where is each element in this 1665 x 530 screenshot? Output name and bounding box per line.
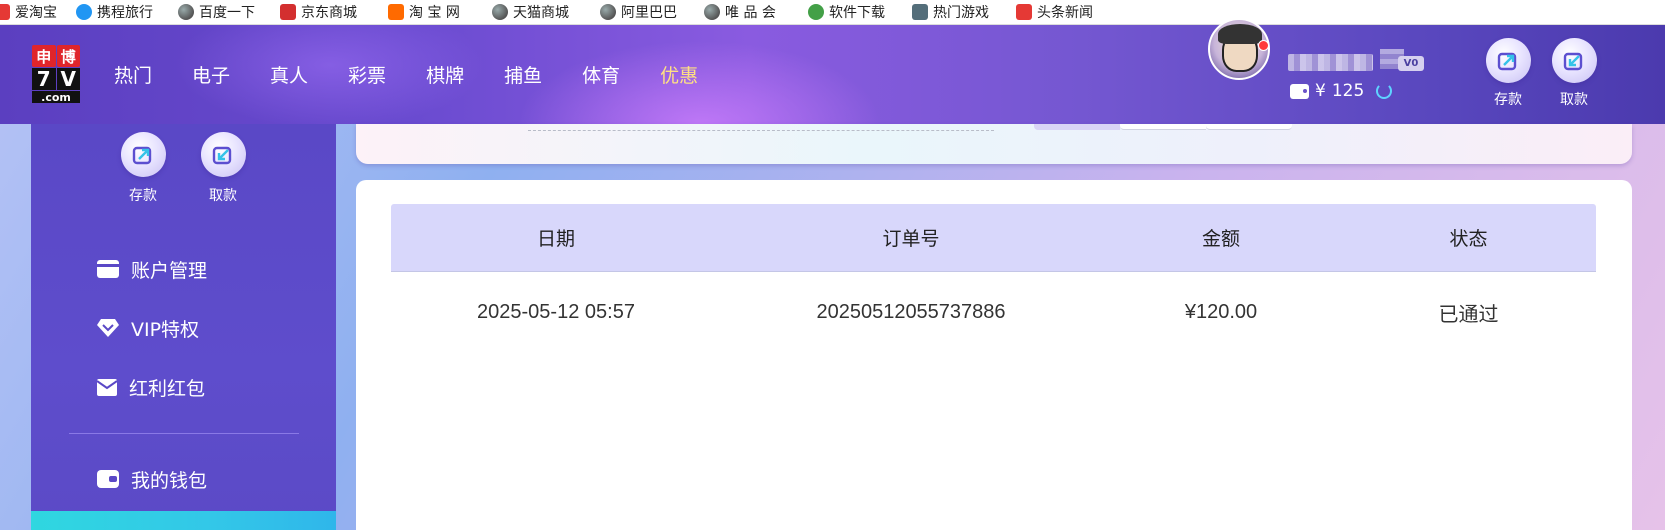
table-row: 2025-05-12 05:57 20250512055737886 ¥120.… (391, 272, 1596, 352)
header-date: 日期 (536, 228, 575, 250)
download-icon (808, 3, 824, 20)
card-icon (97, 260, 119, 278)
bookmark-item[interactable]: 唯 品 会 (704, 0, 808, 24)
main-nav: 热门 电子 真人 彩票 棋牌 捕鱼 体育 优惠 (114, 25, 738, 124)
bookmark-item[interactable]: 阿里巴巴 (600, 0, 704, 24)
nav-electronic[interactable]: 电子 (192, 61, 230, 88)
row-status: 已通过 (1438, 303, 1499, 326)
taobao-icon (388, 3, 404, 20)
globe-icon (600, 3, 616, 20)
deposit-label: 存款 (129, 188, 157, 204)
nav-chess[interactable]: 棋牌 (426, 61, 464, 88)
header-amount: 金额 (1201, 228, 1240, 250)
deposit-label: 存款 (1494, 92, 1522, 108)
header-deposit-button[interactable]: 存款 (1478, 38, 1538, 109)
table-header: 日期 订单号 金额 状态 (391, 204, 1596, 272)
ctrip-icon (76, 3, 92, 20)
envelope-icon (97, 379, 117, 396)
dashed-divider (528, 130, 994, 131)
bookmark-item[interactable]: 头条新闻 (1016, 0, 1120, 24)
wallet-icon (1290, 83, 1309, 99)
logo-char: 博 (56, 45, 80, 67)
username-blurred (1288, 54, 1373, 71)
logo-char: 7 (32, 67, 56, 91)
header-order-no: 订单号 (882, 228, 940, 250)
sidebar-item-bonus[interactable]: 红利红包 (97, 372, 205, 402)
sidebar-withdraw-button[interactable]: 取款 (193, 132, 253, 205)
balance-currency: ¥ (1315, 81, 1326, 101)
balance-amount: 125 (1331, 81, 1365, 101)
sidebar-divider (69, 433, 299, 434)
sidebar-deposit-button[interactable]: 存款 (113, 132, 173, 205)
notification-dot (1258, 40, 1269, 51)
logo-char: 申 (32, 45, 56, 67)
bookmark-item[interactable]: 热门游戏 (912, 0, 1016, 24)
bookmark-item[interactable]: 京东商城 (280, 0, 388, 24)
top-navigation: 申 博 7 V .com 热门 电子 真人 彩票 棋牌 捕鱼 体育 优惠 (0, 25, 1665, 124)
logo-char: V (56, 67, 80, 91)
sidebar-item-label: 我的钱包 (131, 469, 208, 492)
balance: ¥ 125 (1290, 80, 1393, 102)
header-withdraw-button[interactable]: 取款 (1544, 38, 1604, 109)
site-logo[interactable]: 申 博 7 V .com (32, 45, 80, 104)
row-date: 2025-05-12 05:57 (477, 300, 635, 323)
withdraw-icon (1551, 38, 1597, 83)
header-status: 状态 (1449, 228, 1488, 250)
nav-fishing[interactable]: 捕鱼 (504, 61, 542, 88)
nav-promotions[interactable]: 优惠 (660, 61, 698, 88)
sidebar-item-account[interactable]: 账户管理 (97, 254, 207, 284)
jd-icon (280, 3, 296, 20)
diamond-icon (97, 319, 119, 337)
nav-sports[interactable]: 体育 (582, 61, 620, 88)
globe-icon (704, 3, 720, 20)
vip-badge: V0 (1398, 56, 1424, 71)
deposit-icon (1485, 38, 1531, 83)
bookmarks-bar: 爱淘宝 携程旅行 百度一下 京东商城 淘 宝 网 天猫商城 阿里巴巴 唯 品 会… (0, 0, 1665, 25)
sidebar-item-label: VIP特权 (131, 318, 200, 341)
bookmark-item[interactable]: 携程旅行 (76, 0, 178, 24)
bookmark-item[interactable]: 软件下载 (808, 0, 912, 24)
bookmark-item[interactable]: 天猫商城 (492, 0, 600, 24)
bookmark-item[interactable]: 爱淘宝 (0, 0, 76, 24)
tab-segment[interactable] (1120, 124, 1206, 130)
logo-domain: .com (32, 91, 80, 104)
sidebar-item-vip[interactable]: VIP特权 (97, 313, 199, 343)
wallet-icon (97, 470, 119, 488)
sidebar-item-label: 账户管理 (131, 259, 208, 282)
top-card (356, 124, 1632, 164)
bookmark-item[interactable]: 百度一下 (178, 0, 280, 24)
nav-lottery[interactable]: 彩票 (348, 61, 386, 88)
deposit-icon (120, 132, 166, 177)
news-icon (1016, 3, 1032, 20)
taobao-icon (0, 3, 10, 20)
nav-hot[interactable]: 热门 (114, 61, 152, 88)
sidebar: 存款 取款 账户管理 VIP特权 红利红包 我的钱包 (31, 124, 336, 530)
refresh-icon[interactable] (1376, 83, 1393, 99)
tab-segment[interactable] (1206, 124, 1292, 130)
sidebar-active-item[interactable] (31, 511, 336, 530)
sidebar-item-wallet[interactable]: 我的钱包 (97, 464, 207, 494)
avatar-hair (1218, 24, 1262, 44)
withdraw-icon (200, 132, 246, 177)
globe-icon (492, 3, 508, 20)
withdraw-label: 取款 (1560, 92, 1588, 108)
sidebar-item-label: 红利红包 (129, 377, 206, 400)
game-icon (912, 3, 928, 20)
row-order-no: 20250512055737886 (816, 300, 1006, 323)
bookmark-item[interactable]: 淘 宝 网 (388, 0, 492, 24)
nav-live[interactable]: 真人 (270, 61, 308, 88)
records-card: 日期 订单号 金额 状态 2025-05-12 05:57 2025051205… (356, 180, 1632, 530)
tab-segment[interactable] (1034, 124, 1120, 130)
row-amount: ¥120.00 (1184, 300, 1258, 323)
withdraw-label: 取款 (209, 188, 237, 204)
records-table: 日期 订单号 金额 状态 2025-05-12 05:57 2025051205… (391, 204, 1596, 352)
globe-icon (178, 3, 194, 20)
